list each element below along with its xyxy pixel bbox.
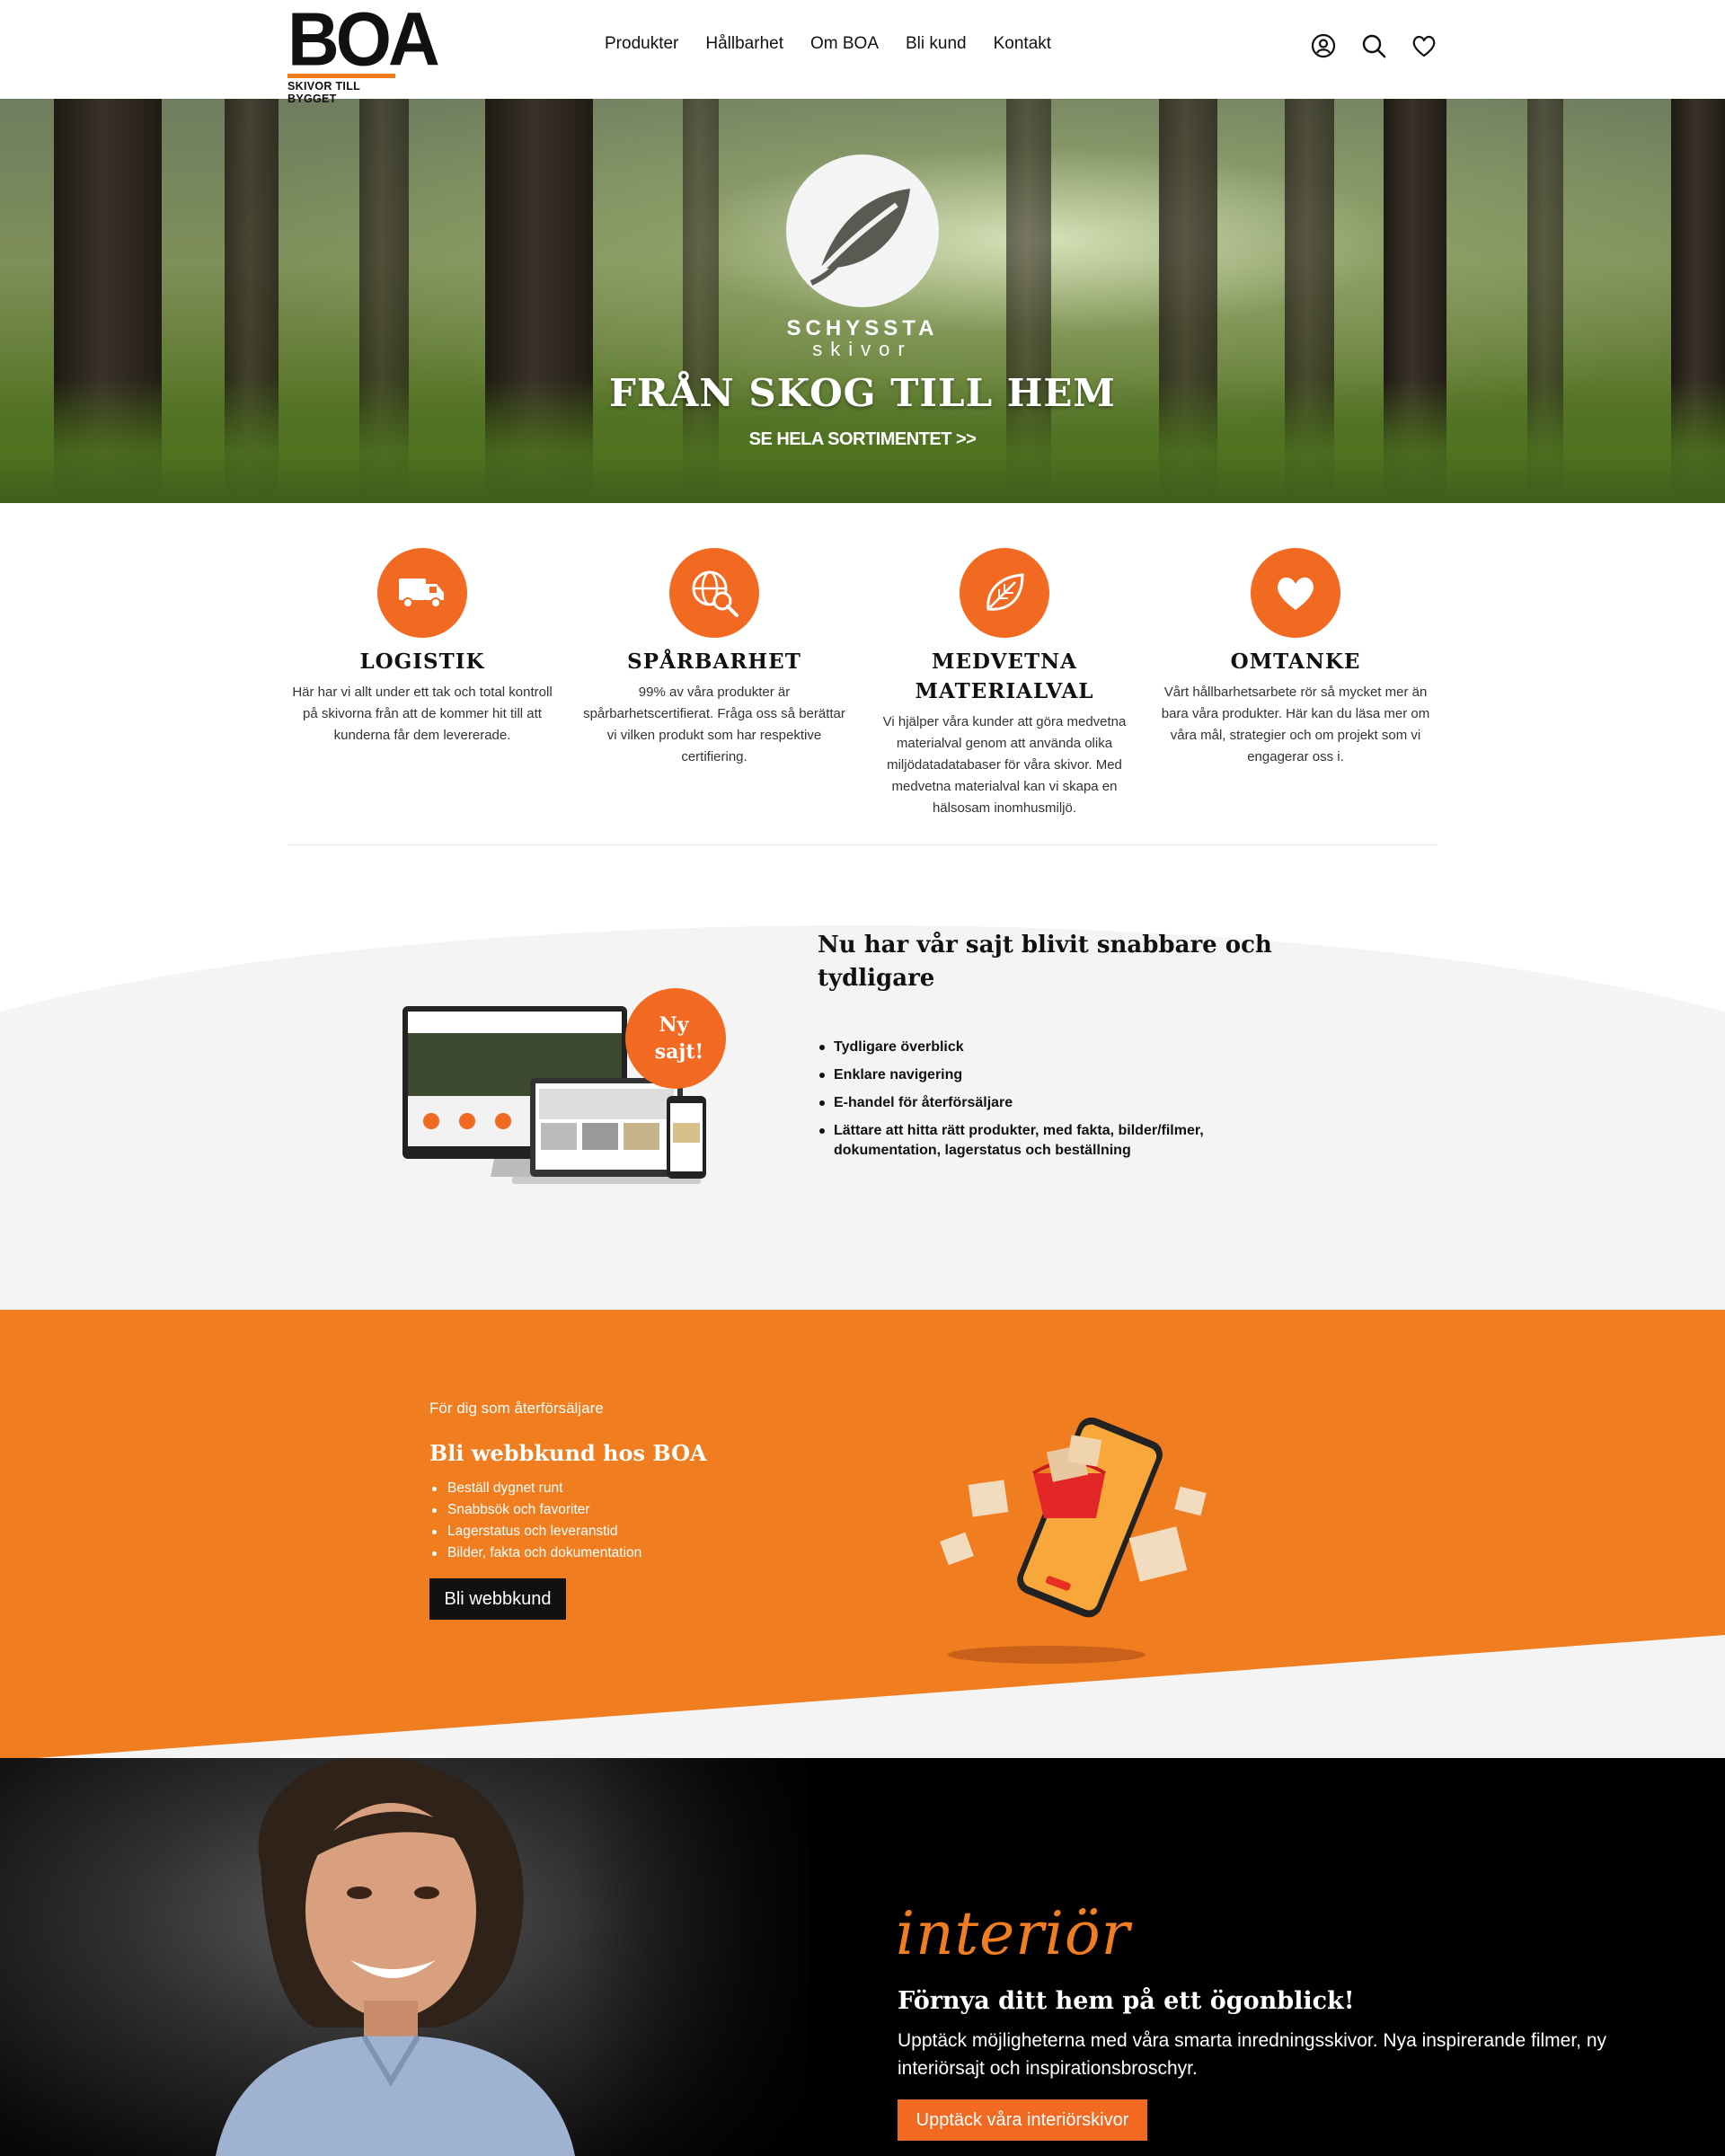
- devices-mockup-image: Ny sajt!: [402, 988, 726, 1184]
- heart-icon: [1251, 548, 1340, 638]
- diagonal-divider: [0, 1635, 1725, 1761]
- new-site-list: Tydligare överblick Enklare navigering E…: [818, 1038, 1213, 1169]
- nav-item-hallbarhet[interactable]: Hållbarhet: [705, 34, 783, 54]
- list-item: Beställ dygnet runt: [429, 1478, 641, 1499]
- feature-logistik: LOGISTIK Här har vi allt under ett tak o…: [288, 548, 557, 747]
- nav-item-kontakt[interactable]: Kontakt: [994, 34, 1051, 54]
- account-icon[interactable]: [1310, 32, 1337, 59]
- feature-omtanke: OMTANKE Vårt hållbarhetsarbete rör så my…: [1161, 548, 1430, 768]
- feature-sparbarhet: SPÅRBARHET 99% av våra produkter är spår…: [579, 548, 849, 768]
- list-item: Lättare att hitta rätt produkter, med fa…: [818, 1121, 1213, 1161]
- list-item: Lagerstatus och leveranstid: [429, 1521, 641, 1542]
- emblem-text-skivor: skivor: [812, 338, 913, 360]
- features-section: LOGISTIK Här har vi allt under ett tak o…: [288, 548, 1438, 835]
- phone-shopping-cart-illustration: [940, 1417, 1207, 1664]
- feature-text: Vårt hållbarhetsarbete rör så mycket mer…: [1161, 685, 1430, 764]
- interior-title: Förnya ditt hem på ett ögonblick!: [898, 1987, 1355, 2015]
- globe-search-icon: [669, 548, 759, 638]
- truck-icon: [377, 548, 467, 638]
- hero-banner: SCHYSSTA skivor FRÅN SKOG TILL HEM SE HE…: [0, 99, 1725, 503]
- list-item: Tydligare överblick: [818, 1038, 1213, 1057]
- main-nav: Produkter Hållbarhet Om BOA Bli kund Kon…: [605, 34, 1051, 54]
- new-site-section: Ny sajt! Nu har vår sajt blivit snabbare…: [0, 907, 1725, 1312]
- reseller-list: Beställ dygnet runt Snabbsök och favorit…: [429, 1478, 641, 1564]
- nav-item-bli-kund[interactable]: Bli kund: [906, 34, 967, 54]
- logo-tagline: SKIVOR TILL BYGGET: [288, 80, 360, 105]
- search-icon[interactable]: [1360, 32, 1387, 59]
- feature-title: MEDVETNA MATERIALVAL: [915, 649, 1094, 703]
- leaf-icon: [960, 548, 1049, 638]
- list-item: Bilder, fakta och dokumentation: [429, 1542, 641, 1564]
- feature-text: Här har vi allt under ett tak och total …: [292, 685, 553, 743]
- list-item: Snabbsök och favoriter: [429, 1499, 641, 1521]
- site-header: BOA SKIVOR TILL BYGGET Produkter Hållbar…: [0, 0, 1725, 105]
- schyssta-leaf-emblem-icon: [786, 155, 939, 307]
- reseller-kicker: För dig som återförsäljare: [429, 1400, 604, 1417]
- logo-wordmark: BOA: [288, 0, 440, 82]
- list-item: E-handel för återförsäljare: [818, 1093, 1213, 1113]
- feature-text: 99% av våra produkter är spårbarhetscert…: [583, 685, 845, 764]
- nav-item-produkter[interactable]: Produkter: [605, 34, 678, 54]
- feature-title: OMTANKE: [1230, 649, 1361, 674]
- interior-script-title: interiör: [896, 1899, 1131, 1968]
- new-site-badge-text: sajt!: [655, 1040, 703, 1064]
- header-icons: [1310, 32, 1438, 59]
- become-web-customer-button[interactable]: Bli webbkund: [429, 1578, 566, 1620]
- interior-text: Upptäck möjligheterna med våra smarta in…: [898, 2030, 1607, 2079]
- reseller-title: Bli webbkund hos BOA: [429, 1440, 707, 1466]
- feature-title: SPÅRBARHET: [627, 649, 801, 674]
- heart-icon[interactable]: [1411, 32, 1438, 59]
- interior-section: [0, 1758, 1725, 2156]
- feature-title: LOGISTIK: [359, 649, 485, 674]
- hero-title: FRÅN SKOG TILL HEM: [609, 371, 1116, 415]
- discover-interior-boards-button[interactable]: Upptäck våra interiörskivor: [898, 2099, 1147, 2141]
- feature-medvetna-materialval: MEDVETNA MATERIALVAL Vi hjälper våra kun…: [870, 548, 1139, 819]
- new-site-title: Nu har vår sajt blivit snabbare och tydl…: [818, 932, 1272, 992]
- fade-overlay: [575, 1758, 845, 2156]
- new-site-badge-text: Ny: [659, 1013, 690, 1037]
- list-item: Enklare navigering: [818, 1065, 1213, 1085]
- boa-logo[interactable]: BOA SKIVOR TILL BYGGET: [288, 0, 440, 105]
- nav-item-om-boa[interactable]: Om BOA: [810, 34, 879, 54]
- see-assortment-link[interactable]: SE HELA SORTIMENTET >>: [0, 429, 1725, 450]
- feature-text: Vi hjälper våra kunder att göra medvetna…: [882, 714, 1127, 816]
- section-divider: [288, 844, 1438, 845]
